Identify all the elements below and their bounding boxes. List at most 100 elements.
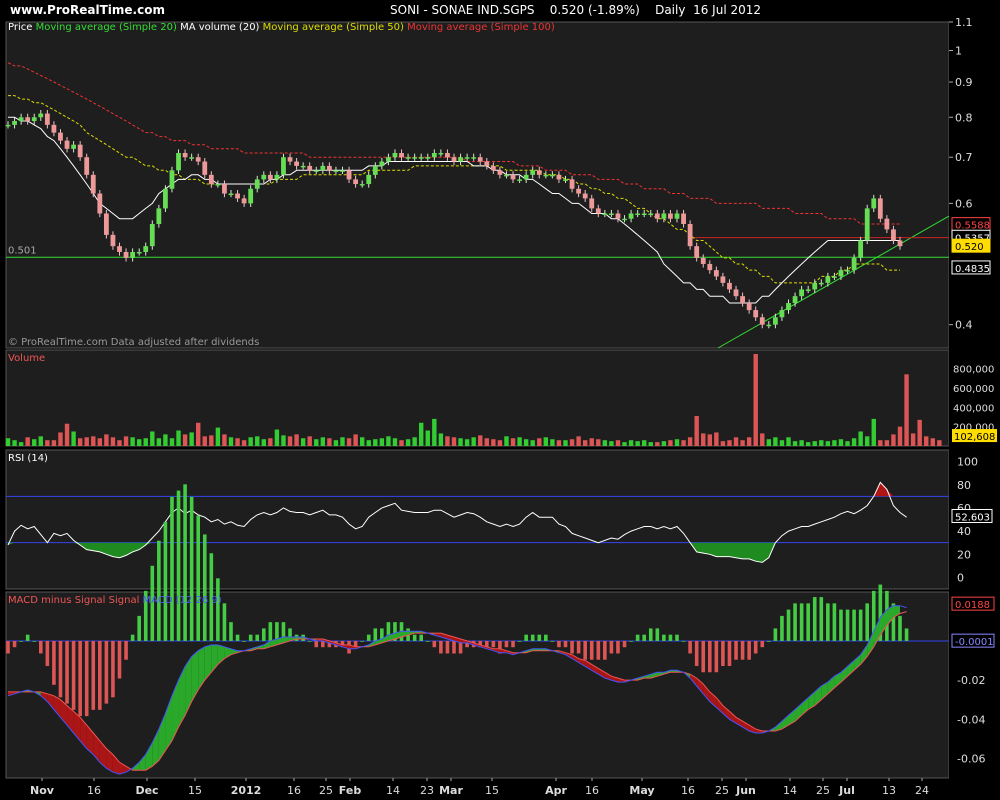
candle-body bbox=[871, 198, 877, 209]
volume-bar bbox=[366, 440, 371, 446]
macd-histogram-bar bbox=[799, 603, 804, 641]
volume-bar bbox=[733, 437, 739, 446]
volume-bar bbox=[5, 438, 11, 446]
candle-body bbox=[654, 213, 660, 219]
candle-body bbox=[812, 282, 818, 290]
candle-body bbox=[418, 157, 424, 159]
x-tick-label: May bbox=[629, 784, 654, 797]
candle-body bbox=[641, 213, 647, 216]
macd-histogram-bar bbox=[826, 603, 830, 641]
candle-body bbox=[84, 157, 90, 175]
volume-bar bbox=[71, 431, 76, 446]
volume-bar bbox=[871, 418, 876, 446]
volume-bar bbox=[228, 437, 234, 446]
candle-body bbox=[149, 224, 155, 247]
x-tick-label: 13 bbox=[882, 784, 896, 797]
candle-body bbox=[668, 213, 673, 219]
volume-bar bbox=[720, 441, 726, 446]
macd-histogram-bar bbox=[589, 640, 594, 660]
candle-body bbox=[727, 282, 732, 290]
volume-bar bbox=[471, 437, 476, 446]
volume-bar bbox=[812, 441, 817, 446]
macd-histogram-bar bbox=[655, 628, 660, 641]
candle-body bbox=[222, 184, 227, 194]
stock-chart[interactable]: 1.1 1 0.9 0.8 0.7 0.6 0.4 0.501 Price Moving ave… bbox=[0, 0, 1000, 800]
candle-body bbox=[71, 144, 76, 149]
volume-bar bbox=[215, 427, 221, 446]
candle-body bbox=[77, 144, 83, 158]
volume-bar bbox=[681, 440, 686, 446]
candle-body bbox=[609, 213, 614, 216]
macd-histogram-bar bbox=[91, 640, 96, 710]
macd-histogram-bar bbox=[550, 640, 555, 642]
candle-body bbox=[372, 165, 378, 175]
macd-histogram-bar bbox=[255, 634, 260, 641]
candle-body bbox=[248, 188, 254, 204]
macd-histogram-bar bbox=[753, 640, 758, 654]
candle-body bbox=[497, 170, 503, 175]
macd-histogram-bar bbox=[38, 640, 43, 654]
candle-body bbox=[549, 174, 555, 177]
macd-histogram-bar bbox=[865, 603, 870, 641]
rsi-tick-label: 80 bbox=[957, 479, 971, 492]
candle-body bbox=[103, 213, 109, 235]
macd-histogram-bar bbox=[248, 634, 253, 641]
volume-bar bbox=[910, 433, 916, 446]
volume-bar bbox=[255, 436, 260, 446]
volume-bar bbox=[353, 434, 358, 446]
macd-histogram-bar bbox=[524, 634, 528, 641]
macd-histogram-bar bbox=[137, 615, 141, 641]
candle-body bbox=[346, 170, 352, 180]
candle-body bbox=[891, 229, 896, 241]
candle-body bbox=[582, 193, 588, 199]
volume-bar bbox=[91, 436, 96, 446]
volume-bar bbox=[589, 438, 594, 446]
volume-bar bbox=[261, 439, 266, 446]
macd-histogram-bar bbox=[183, 484, 187, 641]
macd-histogram-bar bbox=[268, 622, 273, 641]
candle-body bbox=[208, 174, 214, 185]
volume-bar bbox=[937, 440, 942, 446]
macd-histogram-bar bbox=[98, 640, 102, 710]
x-tick-label: 15 bbox=[485, 784, 499, 797]
candle-body bbox=[320, 165, 326, 171]
macd-badge-label: -0.0001 bbox=[955, 637, 994, 648]
macd-histogram-bar bbox=[721, 640, 725, 667]
candle-body bbox=[687, 224, 693, 247]
volume-bar bbox=[596, 439, 601, 446]
macd-histogram-bar bbox=[707, 640, 712, 673]
macd-histogram-bar bbox=[629, 640, 633, 642]
x-tick-label: Feb bbox=[339, 784, 362, 797]
macd-histogram-bar bbox=[58, 640, 63, 698]
candle-body bbox=[169, 170, 175, 189]
candle-body bbox=[156, 208, 162, 225]
candle-body bbox=[294, 161, 299, 166]
macd-histogram-bar bbox=[25, 634, 30, 641]
volume-bar bbox=[38, 436, 43, 446]
macd-histogram-bar bbox=[6, 640, 10, 654]
candle-body bbox=[674, 213, 680, 219]
macd-histogram-bar bbox=[52, 640, 56, 685]
macd-histogram-bar bbox=[19, 640, 23, 642]
volume-bar bbox=[419, 422, 424, 446]
volume-bar bbox=[445, 436, 450, 446]
volume-bar bbox=[740, 440, 745, 446]
volume-bar bbox=[359, 437, 365, 446]
volume-bar bbox=[163, 434, 168, 446]
macd-histogram-bar bbox=[668, 634, 673, 641]
price-tick-label: 0.8 bbox=[955, 111, 973, 124]
candle-body bbox=[766, 324, 772, 327]
volume-bar bbox=[274, 429, 280, 446]
candle-body bbox=[622, 218, 627, 221]
macd-histogram-bar bbox=[425, 640, 430, 642]
rsi-tick-label: 20 bbox=[957, 548, 971, 561]
macd-histogram-bar bbox=[360, 640, 364, 642]
macd-histogram-bar bbox=[747, 640, 751, 660]
volume-bar bbox=[425, 430, 430, 446]
volume-bar bbox=[399, 440, 404, 446]
volume-bar bbox=[628, 440, 634, 446]
x-tick-label: 14 bbox=[783, 784, 797, 797]
rsi-tick-label: 40 bbox=[957, 525, 971, 538]
macd-histogram-bar bbox=[130, 634, 135, 641]
macd-tick-label: -0.06 bbox=[957, 752, 985, 765]
